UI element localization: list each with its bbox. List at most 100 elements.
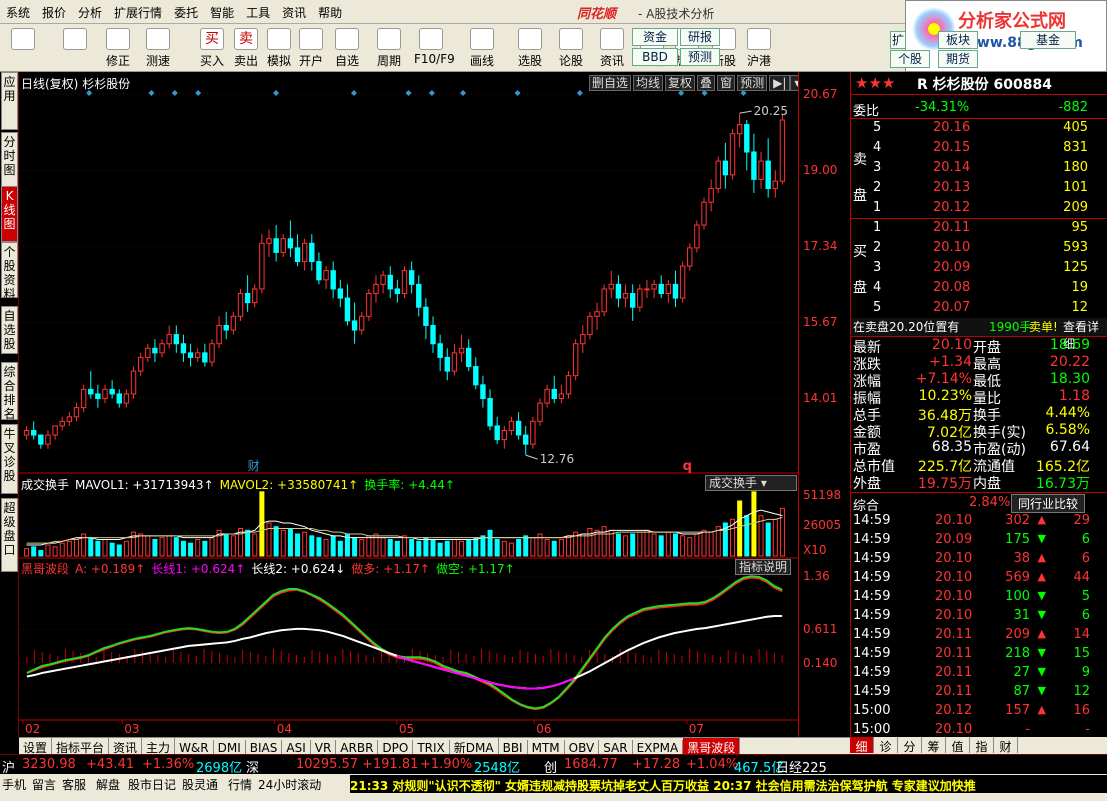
pen-button[interactable]: 画线 <box>465 26 499 70</box>
hammer-button[interactable]: 模拟 <box>262 26 296 70</box>
clock-button[interactable]: 测速 <box>141 26 175 70</box>
indicator-tab-0[interactable]: 设置 <box>19 738 53 755</box>
menu-item-2[interactable]: 分析 <box>72 0 108 21</box>
cycle-button[interactable]: 周期 <box>372 26 406 70</box>
low-label: 12.76 <box>540 452 574 466</box>
tick-row: 14:59 20.10 569 ▲ 44 <box>851 570 1107 588</box>
toolbar-right-button-4[interactable]: 期货 <box>938 50 978 68</box>
chart-btn-2[interactable]: 复权 <box>665 75 696 91</box>
volume-bar <box>580 533 586 557</box>
indicator-tab-2[interactable]: 资讯 <box>109 738 143 755</box>
menu-item-6[interactable]: 工具 <box>240 0 276 21</box>
right-tab-5[interactable]: 指 <box>970 737 994 754</box>
candle-body <box>344 297 351 322</box>
bid-price: 20.08 <box>933 280 971 295</box>
right-tab-4[interactable]: 值 <box>946 737 970 754</box>
f10-button[interactable]: F10/F9 <box>414 26 455 70</box>
menu-item-0[interactable]: 系统 <box>0 0 36 21</box>
toolbar-box-2[interactable]: BBD <box>632 48 678 66</box>
left-tab-2[interactable]: K线图 <box>1 186 18 242</box>
menu-item-7[interactable]: 资讯 <box>276 0 312 21</box>
toolbar-right-button-3[interactable]: 个股 <box>890 50 930 68</box>
volume-bar <box>751 491 757 557</box>
status-item-5[interactable]: 股灵通 <box>182 776 218 793</box>
left-tab-7[interactable]: 超级盘口 <box>1 498 18 572</box>
chart-svg[interactable]: 20.25 12.76 财 q 02 03 04 05 06 07 <box>19 72 798 737</box>
star-button[interactable]: 自选股 <box>330 26 364 85</box>
left-tab-6[interactable]: 牛叉诊股 <box>1 424 18 494</box>
left-tab-0[interactable]: 应用 <box>1 72 18 130</box>
right-tab-3[interactable]: 筹 <box>922 737 946 754</box>
chart-btn-5[interactable]: 预测 <box>737 75 768 91</box>
chart-btn-0[interactable]: 删自选 <box>589 75 632 91</box>
status-item-6[interactable]: 行情 <box>228 776 252 793</box>
right-tab-0[interactable]: 细 <box>850 737 874 754</box>
indicator-tab-3[interactable]: 主力 <box>142 738 176 755</box>
tick-count: 6 <box>1081 551 1090 566</box>
indicator-tab-1[interactable]: 指标平台 <box>52 738 110 755</box>
volume-bar <box>516 539 522 557</box>
ask-volume: 831 <box>1063 140 1088 155</box>
menu-item-4[interactable]: 委托 <box>168 0 204 21</box>
candle-body <box>309 242 315 263</box>
status-item-4[interactable]: 股市日记 <box>128 776 176 793</box>
back-arrow-button[interactable] <box>58 26 92 70</box>
news-scroller[interactable]: 21:33 对规则"认识不透彻" 女婿违规减持股票坑掉老丈人百万收益 20:37… <box>350 775 1107 793</box>
status-item-2[interactable]: 客服 <box>62 776 86 793</box>
toolbar-box-1[interactable]: 研报 <box>680 28 720 46</box>
toolbar-right-button-1[interactable]: 板块 <box>938 31 978 49</box>
indicator-tab-18[interactable]: 黑哥波段 <box>683 738 741 755</box>
sell-button[interactable]: 卖卖出 <box>229 26 263 70</box>
left-tab-5[interactable]: 综合排名 <box>1 362 18 421</box>
right-tab-1[interactable]: 诊 <box>874 737 898 754</box>
quote-panel: ★★★ R 杉杉股份 600884 委比 -34.31% -882 卖盘 买盘 5 20.16 4… <box>850 72 1107 737</box>
left-tab-4[interactable]: 自选股 <box>1 306 18 354</box>
forum-button[interactable]: 论股堂 <box>554 26 588 85</box>
monitor-button[interactable]: 选股 <box>513 26 547 70</box>
toolbar-right-button-2[interactable]: 基金 <box>1020 31 1076 49</box>
left-tab-3[interactable]: 个股资料 <box>1 242 18 301</box>
left-tab-1[interactable]: 分时图 <box>1 132 18 188</box>
stat-value: 16.73万 <box>1035 476 1090 492</box>
order-notice[interactable]: 在卖盘20.20位置有 1990手 卖单! 查看详细 <box>851 318 1107 351</box>
status-item-1[interactable]: 留言 <box>32 776 56 793</box>
updown-button[interactable]: 修正 <box>101 26 135 70</box>
right-tab-6[interactable]: 财 <box>994 737 1018 754</box>
toolbar-right-button-0[interactable]: 扩 <box>890 31 906 49</box>
candle-body <box>672 283 679 299</box>
chart-area[interactable]: 20.25 12.76 财 q 02 03 04 05 06 07 日线(复权) 杉杉股份 删自选… <box>19 72 805 737</box>
status-item-7[interactable]: 24小时滚动 <box>258 776 321 793</box>
grid-button[interactable] <box>6 26 40 70</box>
back-arrow-icon <box>63 28 87 50</box>
toolbar-box-0[interactable]: 资金 <box>632 28 678 46</box>
toolbar-box-3[interactable]: 预测 <box>680 48 720 66</box>
menu-item-1[interactable]: 报价 <box>36 0 72 21</box>
stat-label: 内盘 <box>973 476 1001 492</box>
stat-row: 金额 7.02亿 换手(实) 6.58% <box>851 422 1107 441</box>
industry-compare-button[interactable]: 同行业比较 <box>1011 494 1086 513</box>
volume-bar <box>359 539 365 557</box>
menu-item-8[interactable]: 帮助 <box>312 0 348 21</box>
stock-title: R 杉杉股份 600884 <box>917 77 1052 93</box>
indicator-help-button[interactable]: 指标说明 <box>735 559 792 575</box>
volume-dropdown[interactable]: 成交换手 ▾ <box>705 475 797 491</box>
right-tab-2[interactable]: 分 <box>898 737 922 754</box>
hk-button[interactable]: 沪港通 <box>742 26 776 85</box>
candle-body <box>380 274 386 285</box>
status-item-3[interactable]: 解盘 <box>96 776 120 793</box>
chart-btn-1[interactable]: 均线 <box>633 75 664 91</box>
buy-button[interactable]: 买买入 <box>195 26 229 70</box>
chart-btn-4[interactable]: 窗 <box>717 75 736 91</box>
menu-item-3[interactable]: 扩展行情 <box>108 0 168 21</box>
volume-bar <box>451 539 457 557</box>
arrow-down-icon: ▼ <box>1037 665 1046 678</box>
menu-item-5[interactable]: 智能 <box>204 0 240 21</box>
lock-button[interactable]: 开户 <box>294 26 328 70</box>
indicator-tab-12[interactable]: 新DMA <box>450 738 499 755</box>
chart-btn-3[interactable]: 叠 <box>697 75 716 91</box>
ticker-item-12: +17.28 <box>632 757 681 772</box>
news-button[interactable]: 资讯 <box>595 26 629 70</box>
status-item-0[interactable]: 手机 <box>2 776 26 793</box>
chart-next-icon[interactable]: ▶| <box>769 75 791 91</box>
volume-bar <box>459 540 465 557</box>
